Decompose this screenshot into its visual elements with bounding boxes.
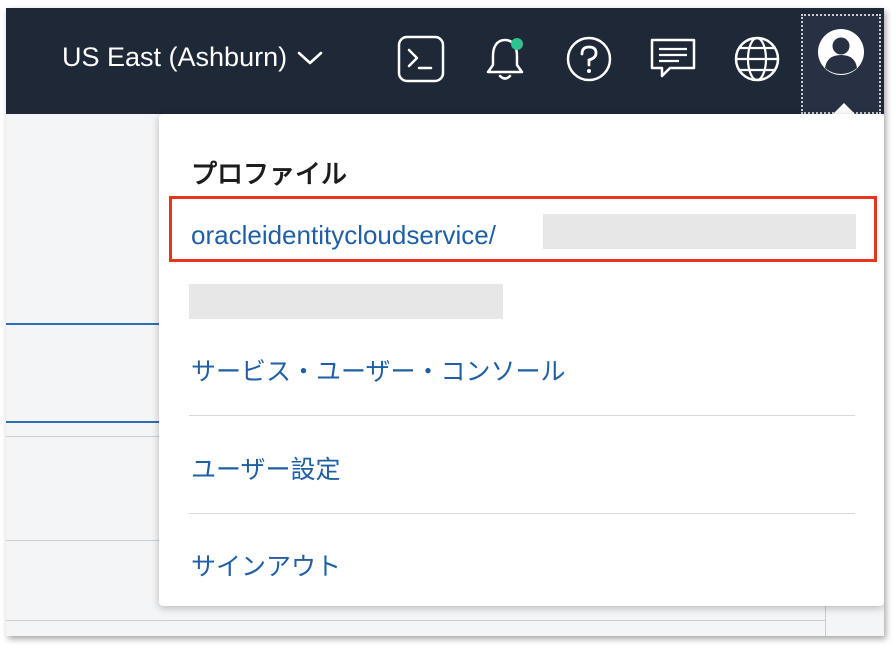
redacted-tenancy bbox=[189, 284, 503, 319]
menu-divider bbox=[189, 415, 855, 416]
chevron-down-icon bbox=[297, 51, 323, 64]
screenshot-frame: US East (Ashburn) プロファイル oracleidentityc… bbox=[6, 8, 884, 636]
sign-out-link[interactable]: サインアウト bbox=[191, 547, 341, 583]
bell-icon[interactable] bbox=[480, 34, 530, 84]
cloud-shell-icon[interactable] bbox=[396, 34, 446, 84]
region-selector[interactable]: US East (Ashburn) bbox=[62, 42, 323, 73]
top-navigation-bar: US East (Ashburn) bbox=[6, 8, 884, 114]
menu-divider bbox=[189, 513, 855, 514]
help-icon[interactable] bbox=[564, 34, 614, 84]
notification-dot bbox=[511, 38, 523, 50]
region-label: US East (Ashburn) bbox=[62, 42, 288, 72]
user-avatar-icon bbox=[818, 29, 864, 75]
redacted-username bbox=[543, 214, 856, 249]
service-user-console-link[interactable]: サービス・ユーザー・コンソール bbox=[191, 352, 566, 388]
chat-icon[interactable] bbox=[648, 34, 698, 84]
profile-menu-title: プロファイル bbox=[191, 159, 348, 189]
globe-icon[interactable] bbox=[732, 34, 782, 84]
profile-dropdown-menu: プロファイル oracleidentitycloudservice/ サービス・… bbox=[159, 114, 884, 606]
username-link[interactable]: oracleidentitycloudservice/ bbox=[191, 220, 496, 251]
user-menu-button[interactable] bbox=[801, 14, 881, 114]
user-settings-link[interactable]: ユーザー設定 bbox=[191, 450, 341, 486]
